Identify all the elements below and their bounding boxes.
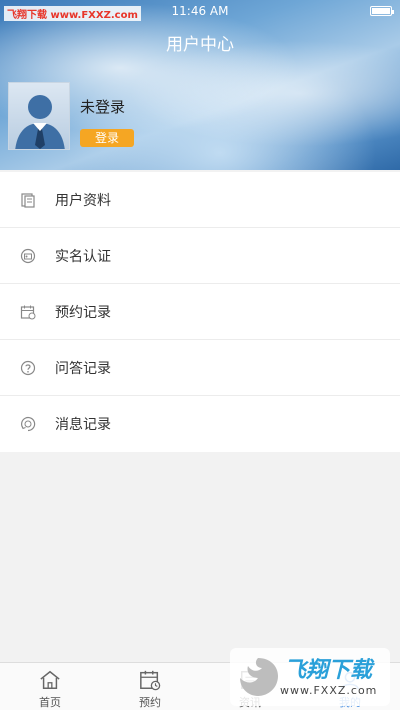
page-title: 用户中心 [166, 35, 234, 55]
menu-item-label: 问答记录 [55, 360, 111, 377]
battery-icon [370, 6, 394, 16]
logo-mark-icon [240, 658, 278, 696]
username-label: 未登录 [80, 98, 126, 116]
logo-text: 飞翔下载 [284, 658, 373, 683]
user-avatar-icon [15, 95, 65, 149]
menu-item-real-name-verification[interactable]: 实名认证 [0, 228, 400, 284]
menu-item-message-records[interactable]: 消息记录 [0, 396, 400, 452]
tab-label: 首页 [39, 696, 61, 709]
menu-item-label: 用户资料 [55, 192, 111, 209]
message-icon [19, 415, 37, 433]
calendar-clock-icon [140, 670, 161, 691]
avatar[interactable] [8, 82, 70, 150]
id-card-icon [19, 247, 37, 265]
tab-appointment[interactable]: 预约 [100, 663, 200, 710]
logo-url: www.FXXZ.com [280, 684, 378, 697]
status-time: 11:46 AM [171, 4, 229, 18]
login-button[interactable]: 登录 [80, 129, 134, 147]
menu-item-appointment-records[interactable]: 预约记录 [0, 284, 400, 340]
question-icon [19, 359, 37, 377]
tab-label: 预约 [139, 696, 161, 709]
profile-header: 飞翔下载 www.FXXZ.com 11:46 AM 用户中心 未登录 登录 [0, 0, 400, 170]
menu-item-label: 预约记录 [55, 304, 111, 321]
menu-item-label: 实名认证 [55, 248, 111, 265]
home-icon [40, 670, 60, 689]
tab-home[interactable]: 首页 [0, 663, 100, 710]
watermark-logo: 飞翔下载 www.FXXZ.com [230, 648, 390, 706]
menu-list: 用户资料 实名认证 预约记录 问答记录 消息记录 [0, 172, 400, 452]
document-icon [19, 191, 37, 209]
menu-item-qa-records[interactable]: 问答记录 [0, 340, 400, 396]
menu-item-user-profile[interactable]: 用户资料 [0, 172, 400, 228]
calendar-icon [19, 303, 37, 321]
menu-item-label: 消息记录 [55, 417, 111, 433]
